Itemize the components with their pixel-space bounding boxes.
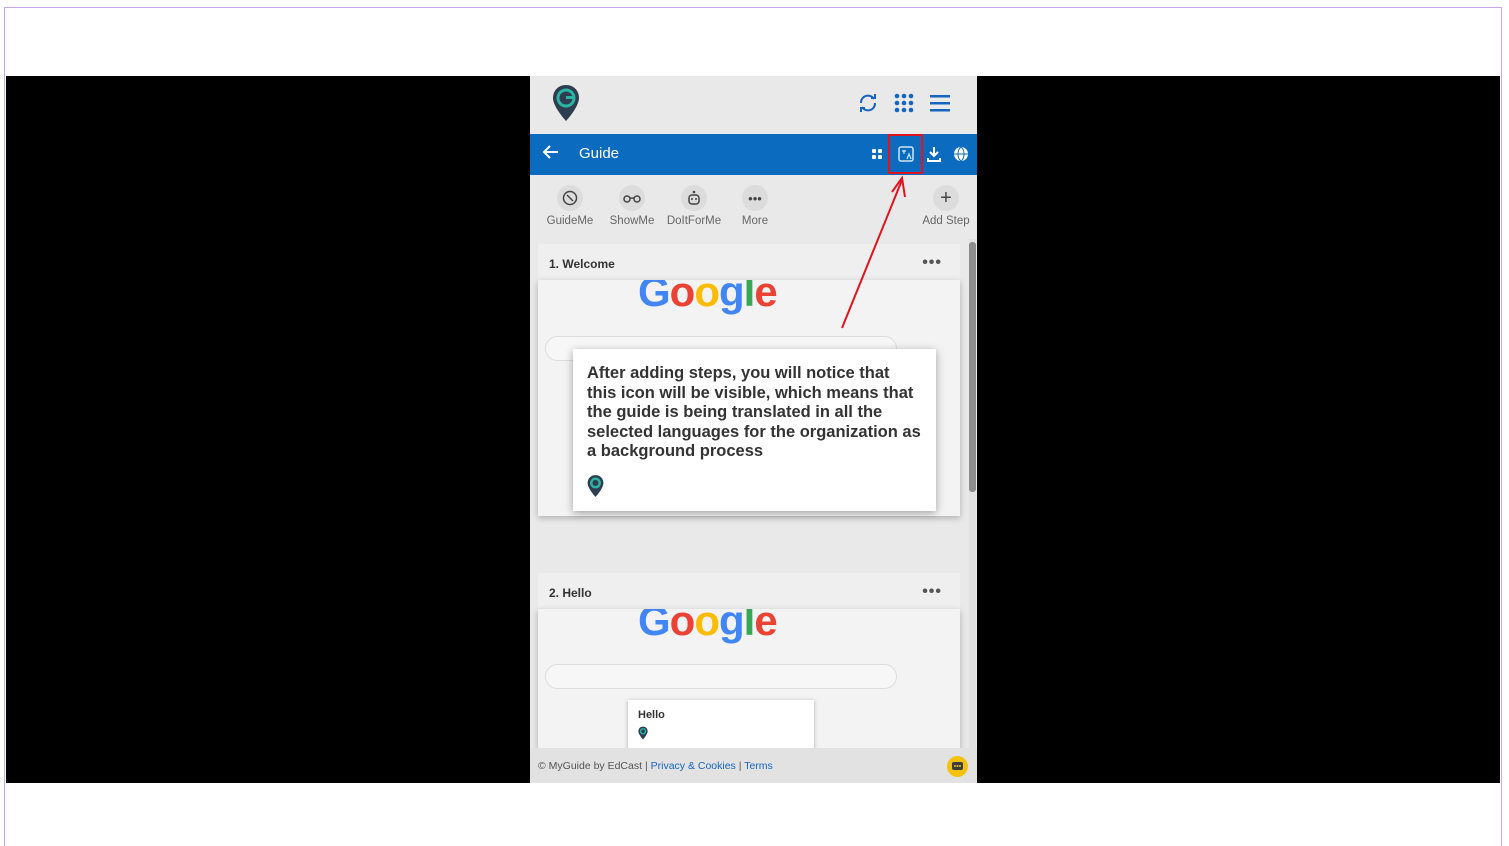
- apps-grid-icon[interactable]: [893, 92, 915, 114]
- step-title: 1. Welcome: [549, 257, 615, 271]
- doitforme-label: DoItForMe: [666, 215, 722, 227]
- footer-separator: |: [738, 760, 742, 772]
- terms-link[interactable]: Terms: [744, 760, 773, 772]
- showme-label: ShowMe: [609, 215, 655, 227]
- robot-icon: [681, 185, 707, 211]
- myguide-pin-icon: [638, 726, 804, 743]
- more-label: More: [741, 215, 769, 227]
- panel-topbar: [530, 76, 977, 134]
- refresh-icon[interactable]: [857, 92, 879, 114]
- preview-search-bar: [545, 664, 897, 689]
- scrollbar-thumb[interactable]: [969, 242, 976, 492]
- step-options-icon[interactable]: •••: [922, 254, 942, 272]
- download-icon[interactable]: [925, 145, 943, 163]
- chat-icon[interactable]: [947, 756, 968, 777]
- back-arrow-icon[interactable]: [542, 143, 560, 166]
- preview-tooltip-text: Hello: [638, 709, 665, 721]
- footer-separator: |: [644, 760, 648, 772]
- myguide-logo-icon: [552, 84, 580, 127]
- doitforme-button[interactable]: DoItForMe: [664, 185, 724, 227]
- hamburger-menu-icon[interactable]: [929, 92, 951, 114]
- add-step-label: Add Step: [922, 215, 970, 227]
- popup-text: After adding steps, you will notice that…: [587, 364, 921, 460]
- step-title: 2. Hello: [549, 586, 592, 600]
- google-logo: Google: [638, 609, 778, 644]
- step-preview: Google Hello: [538, 609, 960, 769]
- privacy-link[interactable]: Privacy & Cookies: [651, 760, 736, 772]
- globe-icon[interactable]: [952, 145, 970, 163]
- guideme-label: GuideMe: [546, 215, 594, 227]
- showme-button[interactable]: ShowMe: [602, 185, 662, 227]
- panel-footer: © MyGuide by EdCast | Privacy & Cookies …: [530, 748, 977, 783]
- myguide-pin-icon: [587, 474, 922, 503]
- tooltip-popup: After adding steps, you will notice that…: [573, 349, 936, 511]
- step-options-icon[interactable]: •••: [922, 583, 942, 601]
- binoculars-icon: [619, 185, 645, 211]
- translation-icon-highlight: [888, 134, 923, 174]
- step-header: 2. Hello •••: [538, 573, 960, 609]
- annotation-arrow: [841, 175, 906, 329]
- guide-title: Guide: [579, 145, 620, 162]
- more-button[interactable]: ••• More: [725, 185, 785, 227]
- more-dots-icon: •••: [742, 185, 768, 211]
- compass-icon: [557, 185, 583, 211]
- step-card[interactable]: 2. Hello ••• Google Hello: [538, 573, 960, 769]
- grid-icon[interactable]: [868, 145, 886, 163]
- plus-icon: +: [933, 185, 959, 211]
- guideme-button[interactable]: GuideMe: [540, 185, 600, 227]
- google-logo: Google: [638, 280, 778, 315]
- add-step-button[interactable]: + Add Step: [916, 185, 976, 227]
- copyright-text: © MyGuide by EdCast: [538, 760, 643, 772]
